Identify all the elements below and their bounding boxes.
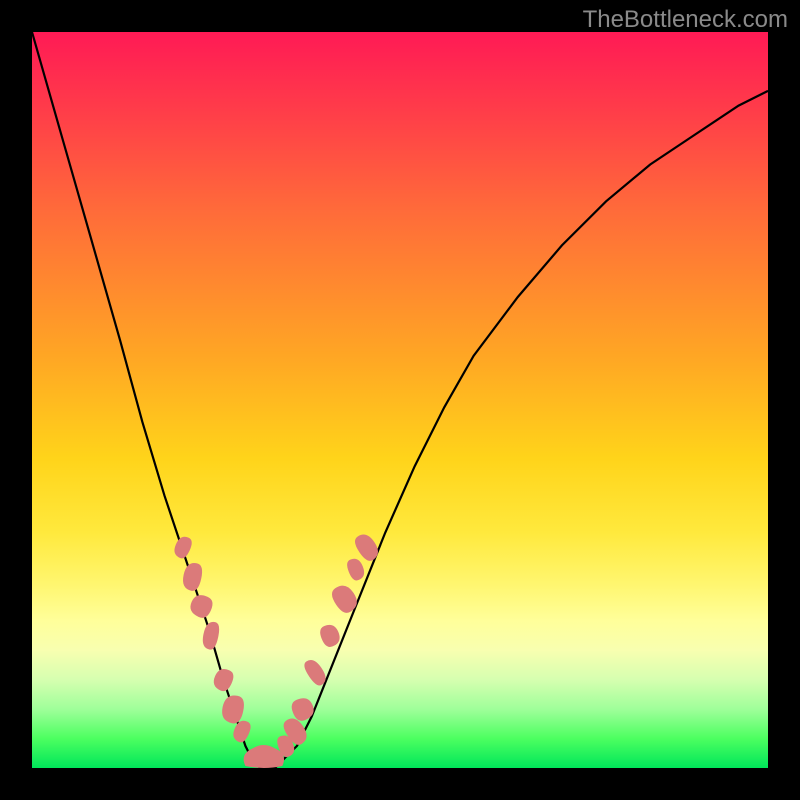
bottom-lobe bbox=[244, 745, 284, 768]
chart-svg bbox=[32, 32, 768, 768]
annotation-blob bbox=[332, 586, 357, 613]
annotation-blob bbox=[233, 721, 250, 743]
chart-plot-area bbox=[32, 32, 768, 768]
annotation-blob bbox=[203, 622, 219, 650]
annotation-blob bbox=[214, 669, 234, 691]
right-annotation-cluster bbox=[277, 535, 378, 758]
annotation-blob bbox=[222, 695, 244, 723]
left-annotation-cluster bbox=[174, 537, 250, 743]
annotation-blob bbox=[174, 537, 191, 559]
watermark-text: TheBottleneck.com bbox=[583, 6, 788, 34]
annotation-blob bbox=[183, 563, 202, 591]
annotation-blob bbox=[304, 660, 325, 685]
annotation-blob bbox=[347, 559, 364, 581]
annotation-blob bbox=[355, 535, 378, 561]
annotation-blob bbox=[190, 595, 212, 618]
chart-frame: TheBottleneck.com bbox=[0, 0, 800, 800]
annotation-blob bbox=[320, 625, 339, 647]
bottleneck-curve bbox=[32, 32, 768, 768]
